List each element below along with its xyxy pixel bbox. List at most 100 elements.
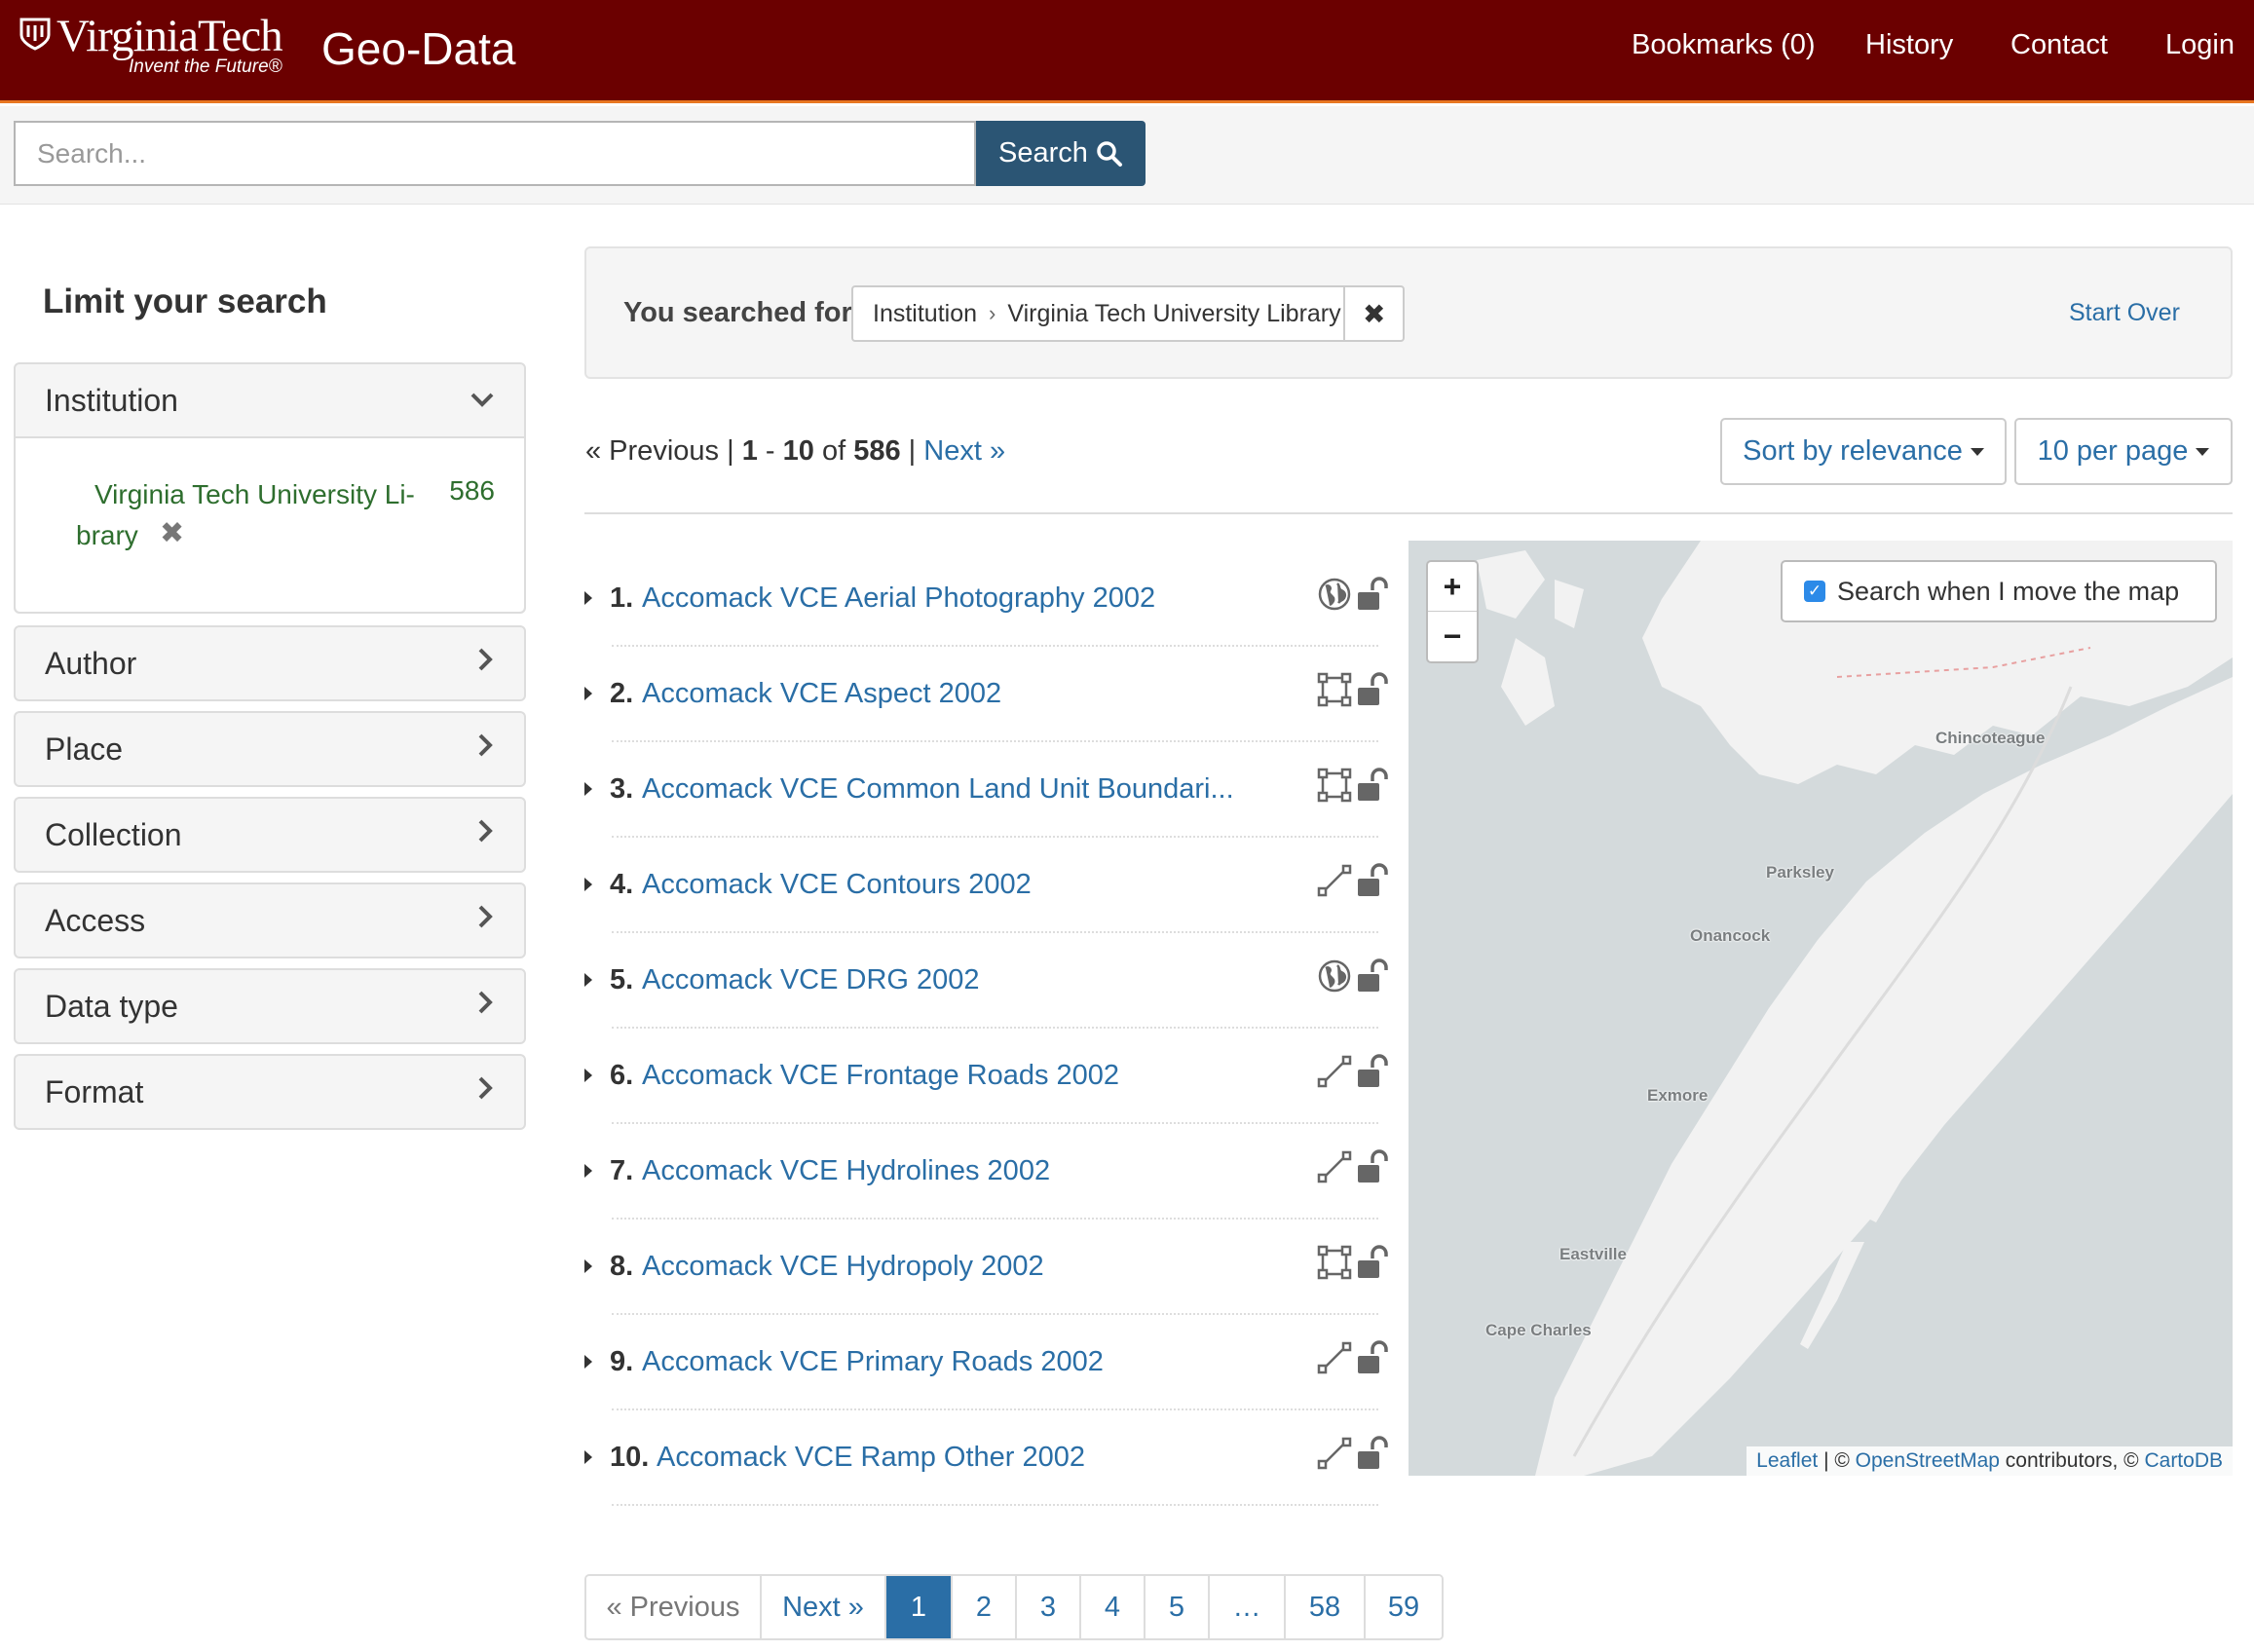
- result-title-link[interactable]: Accomack VCE Ramp Other 2002: [657, 1442, 1085, 1474]
- facet-institution: Institution Virginia Tech University Li-…: [14, 362, 526, 614]
- cartodb-link[interactable]: CartoDB: [2144, 1449, 2223, 1472]
- map-place-label: Eastville: [1559, 1245, 1627, 1263]
- unlock-icon: [1358, 1245, 1388, 1278]
- expand-caret-icon[interactable]: [584, 782, 592, 796]
- facet-data-type[interactable]: Data type: [14, 968, 526, 1044]
- limit-search-heading: Limit your search: [43, 282, 327, 320]
- result-title-link[interactable]: Accomack VCE Aspect 2002: [642, 678, 1001, 710]
- pagination: « Previous Next » 1 2 3 4 5 … 58 59: [584, 1574, 1444, 1640]
- page-link-5[interactable]: 5: [1144, 1576, 1208, 1638]
- page-link-3[interactable]: 3: [1015, 1576, 1079, 1638]
- facet-collection[interactable]: Collection: [14, 797, 526, 873]
- result-number: 3.: [610, 773, 634, 805]
- expand-caret-icon[interactable]: [584, 1069, 592, 1082]
- facet-value-selected-cont[interactable]: brary: [76, 520, 138, 551]
- facet-label: Institution: [45, 382, 178, 418]
- result-title-link[interactable]: Accomack VCE Hydrolines 2002: [642, 1155, 1050, 1187]
- facet-data-type-toggle[interactable]: Data type: [16, 970, 524, 1042]
- facet-author-toggle[interactable]: Author: [16, 627, 524, 699]
- result-title-link[interactable]: Accomack VCE Frontage Roads 2002: [642, 1060, 1119, 1092]
- next-link[interactable]: Next »: [923, 435, 1005, 467]
- raster-icon: [1318, 578, 1351, 611]
- facet-institution-toggle[interactable]: Institution: [16, 364, 524, 436]
- nav-history[interactable]: History: [1865, 27, 1953, 62]
- expand-caret-icon[interactable]: [584, 1355, 592, 1369]
- total-count: 586: [853, 435, 901, 467]
- divider: [584, 512, 2233, 514]
- remove-constraint-icon[interactable]: ✖: [1343, 287, 1403, 340]
- page-link-2[interactable]: 2: [951, 1576, 1015, 1638]
- facet-value-selected[interactable]: Virginia Tech University Li-: [94, 479, 415, 510]
- nav-contact[interactable]: Contact: [2010, 27, 2108, 62]
- result-title-link[interactable]: Accomack VCE Primary Roads 2002: [642, 1346, 1104, 1378]
- facet-access-toggle[interactable]: Access: [16, 884, 524, 957]
- result-separator: [612, 1504, 1378, 1506]
- page-link-4[interactable]: 4: [1079, 1576, 1144, 1638]
- search-when-move-control[interactable]: ✓ Search when I move the map: [1781, 560, 2217, 622]
- logo-tagline: Invent the Future®: [129, 56, 282, 77]
- facet-institution-values: Virginia Tech University Li- brary ✖ 586: [16, 436, 524, 612]
- page-link-1[interactable]: 1: [884, 1576, 951, 1638]
- expand-caret-icon[interactable]: [584, 1450, 592, 1464]
- search-when-checkbox[interactable]: ✓: [1804, 581, 1825, 602]
- zoom-out-button[interactable]: −: [1428, 612, 1477, 661]
- result-number: 5.: [610, 964, 634, 995]
- search-button[interactable]: Search: [976, 121, 1146, 186]
- results-map[interactable]: + − ✓ Search when I move the map Chincot…: [1409, 541, 2233, 1476]
- chevron-down-icon: [470, 384, 495, 417]
- per-page-dropdown[interactable]: 10 per page: [2014, 418, 2233, 485]
- result-title-link[interactable]: Accomack VCE Hydropoly 2002: [642, 1251, 1044, 1283]
- facet-place[interactable]: Place: [14, 711, 526, 787]
- expand-caret-icon[interactable]: [584, 973, 592, 987]
- line-icon: [1317, 1341, 1352, 1374]
- result-title-link[interactable]: Accomack VCE Aerial Photography 2002: [642, 582, 1155, 615]
- facet-author[interactable]: Author: [14, 625, 526, 701]
- search-when-label: Search when I move the map: [1837, 576, 2180, 606]
- page-link-59[interactable]: 59: [1364, 1576, 1442, 1638]
- expand-caret-icon[interactable]: [584, 1259, 592, 1273]
- virginia-tech-logo[interactable]: VirginiaTech Invent the Future®: [19, 12, 302, 82]
- facet-format[interactable]: Format: [14, 1054, 526, 1130]
- sort-dropdown[interactable]: Sort by relevance: [1720, 418, 2007, 485]
- facet-collection-toggle[interactable]: Collection: [16, 799, 524, 871]
- unlock-icon: [1358, 958, 1388, 992]
- facet-place-toggle[interactable]: Place: [16, 713, 524, 785]
- pagination-prev: « Previous: [586, 1576, 760, 1638]
- result-title-link[interactable]: Accomack VCE Contours 2002: [642, 869, 1032, 901]
- page-entries: « Previous | 1 - 10 of 586 | Next »: [585, 435, 1005, 468]
- constraint-field: Institution: [873, 299, 978, 327]
- constraint-label[interactable]: Institution › Virginia Tech University L…: [853, 287, 1343, 340]
- map-place-label: Chincoteague: [1935, 729, 2046, 747]
- nav-login[interactable]: Login: [2165, 27, 2235, 62]
- sort-label: Sort by relevance: [1743, 435, 1963, 467]
- result-item: 4. Accomack VCE Contours 2002: [584, 838, 1388, 933]
- remove-facet-icon[interactable]: ✖: [160, 516, 184, 550]
- expand-caret-icon[interactable]: [584, 687, 592, 700]
- facet-count: 586: [449, 475, 495, 506]
- expand-caret-icon[interactable]: [584, 878, 592, 891]
- site-title[interactable]: Geo-Data: [321, 21, 515, 76]
- leaflet-link[interactable]: Leaflet: [1756, 1449, 1818, 1472]
- start-over-link[interactable]: Start Over: [2069, 299, 2180, 327]
- unlock-icon: [1358, 577, 1388, 610]
- result-title-link[interactable]: Accomack VCE Common Land Unit Boundari..…: [642, 773, 1234, 806]
- zoom-in-button[interactable]: +: [1428, 562, 1477, 612]
- expand-caret-icon[interactable]: [584, 1164, 592, 1178]
- result-title-link[interactable]: Accomack VCE DRG 2002: [642, 964, 980, 996]
- osm-link[interactable]: OpenStreetMap: [1856, 1449, 2000, 1472]
- page-link-58[interactable]: 58: [1284, 1576, 1364, 1638]
- line-icon: [1317, 1437, 1352, 1470]
- chevron-right-icon: ›: [989, 301, 996, 325]
- result-item: 1. Accomack VCE Aerial Photography 2002: [584, 551, 1388, 647]
- facet-format-toggle[interactable]: Format: [16, 1056, 524, 1128]
- search-input[interactable]: [14, 121, 976, 186]
- facet-access[interactable]: Access: [14, 882, 526, 958]
- result-item: 6. Accomack VCE Frontage Roads 2002: [584, 1029, 1388, 1124]
- pagination-next[interactable]: Next »: [760, 1576, 884, 1638]
- chevron-right-icon: [477, 647, 495, 680]
- nav-bookmarks[interactable]: Bookmarks (0): [1632, 27, 1816, 62]
- facet-label: Author: [45, 645, 137, 681]
- per-page-label: 10 per page: [2037, 435, 2189, 467]
- chevron-right-icon: [477, 990, 495, 1023]
- expand-caret-icon[interactable]: [584, 591, 592, 605]
